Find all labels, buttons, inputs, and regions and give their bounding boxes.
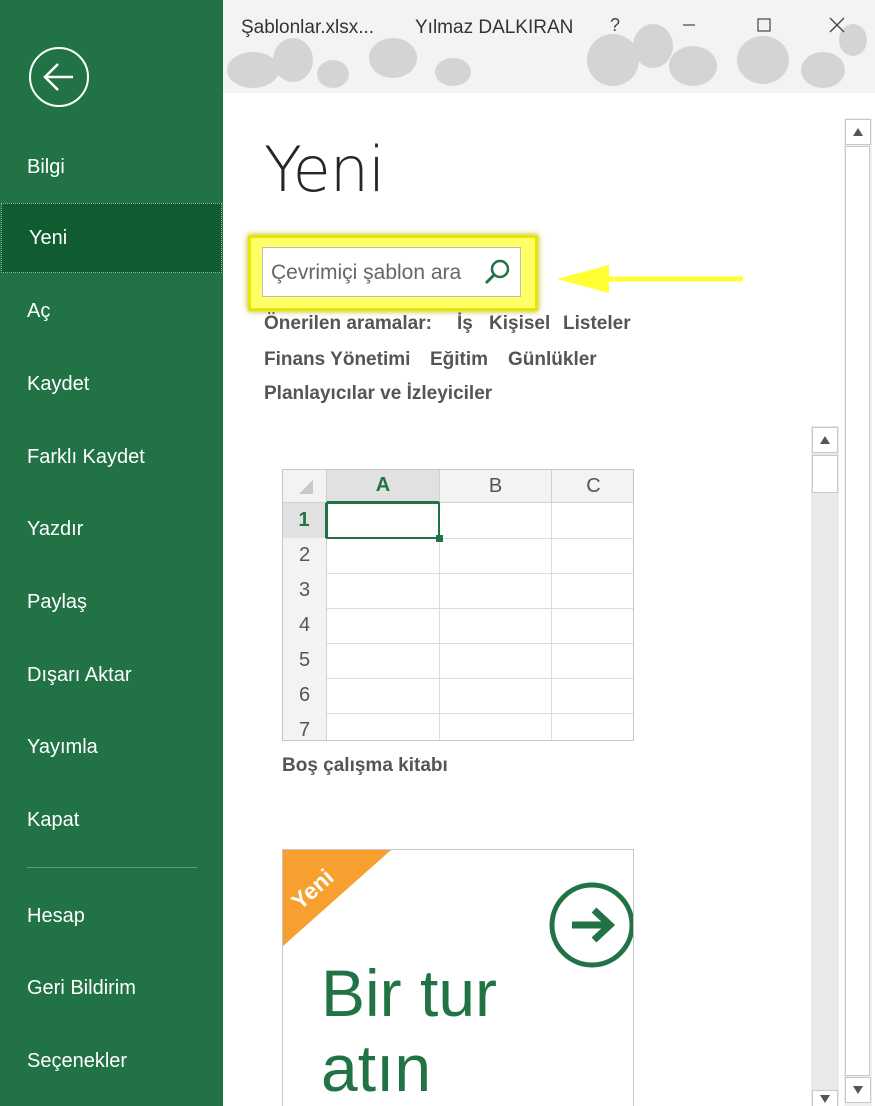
nav-item-label: Kapat: [27, 808, 80, 831]
nav-item-disari-aktar[interactable]: Dışarı Aktar: [0, 640, 223, 710]
user-name[interactable]: Yılmaz DALKIRAN: [415, 17, 573, 39]
template-blank-workbook[interactable]: A B C 1 2 3 4 5 6 7: [282, 469, 634, 741]
suggested-search-planlayicilar[interactable]: Planlayıcılar ve İzleyiciler: [264, 383, 492, 405]
nav-item-ac[interactable]: Aç: [0, 276, 223, 346]
file-name: Şablonlar.xlsx...: [241, 17, 375, 38]
page-scroll-down-button[interactable]: [845, 1077, 871, 1103]
nav-item-label: Seçenekler: [27, 1049, 128, 1072]
sidebar-divider: [27, 867, 197, 868]
row-header: 7: [283, 713, 327, 740]
nav-item-label: Kaydet: [27, 372, 90, 395]
minimize-icon: [683, 24, 695, 26]
backstage-sidebar: Bilgi Yeni Aç Kaydet Farklı Kaydet Yazdı…: [0, 0, 223, 1106]
grid-line: [327, 573, 633, 574]
nav-item-farkli-kaydet[interactable]: Farklı Kaydet: [0, 422, 223, 492]
nav-item-label: Bilgi: [27, 155, 65, 178]
suggested-search-kisisel[interactable]: Kişisel: [489, 313, 550, 335]
template-search-box[interactable]: [262, 247, 521, 297]
fill-handle: [436, 535, 443, 542]
tour-title-line-1: Bir tur: [321, 956, 498, 1030]
page-scroll-up-button[interactable]: [845, 119, 871, 145]
nav-item-secenekler[interactable]: Seçenekler: [0, 1026, 223, 1096]
nav-item-bilgi[interactable]: Bilgi: [0, 132, 223, 202]
help-button[interactable]: ?: [595, 8, 635, 42]
corner-triangle-icon: [298, 480, 313, 494]
page-scrollbar[interactable]: [844, 118, 872, 1106]
suggested-search-listeler[interactable]: Listeler: [563, 313, 631, 335]
templates-scrollbar[interactable]: [811, 426, 839, 1106]
templates-scroll-up-button[interactable]: [812, 427, 838, 453]
suggested-search-egitim[interactable]: Eğitim: [430, 349, 488, 371]
triangle-up-icon: [820, 436, 830, 444]
nav-item-label: Farklı Kaydet: [27, 445, 145, 468]
page-scroll-track[interactable]: [845, 146, 870, 1076]
triangle-down-icon: [853, 1086, 863, 1094]
grid-line: [327, 643, 633, 644]
row-header: 4: [283, 608, 327, 643]
help-icon: ?: [609, 14, 620, 35]
row-header: 5: [283, 643, 327, 678]
row-header: 3: [283, 573, 327, 608]
nav-item-label: Aç: [27, 299, 51, 322]
templates-scroll-thumb[interactable]: [812, 455, 838, 493]
page-title: Yeni: [264, 133, 385, 206]
nav-item-yayimla[interactable]: Yayımla: [0, 712, 223, 782]
row-header: 1: [283, 503, 327, 538]
grid-line: [327, 678, 633, 679]
nav-item-kaydet[interactable]: Kaydet: [0, 349, 223, 419]
main-panel: Yeni Önerilen aramalar: İş Kişisel Liste…: [223, 93, 875, 1106]
templates-scroll-down-button[interactable]: [812, 1090, 838, 1106]
nav-item-label: Yayımla: [27, 735, 98, 758]
grid-line: [327, 608, 633, 609]
triangle-up-icon: [853, 128, 863, 136]
nav-item-hesap[interactable]: Hesap: [0, 881, 223, 951]
nav-item-paylas[interactable]: Paylaş: [0, 567, 223, 637]
close-icon: [829, 17, 845, 33]
nav-item-yeni[interactable]: Yeni: [1, 203, 222, 273]
maximize-button[interactable]: [744, 8, 784, 42]
row-header: 6: [283, 678, 327, 713]
tour-title-line-2: atın: [321, 1031, 432, 1105]
nav-item-yazdir[interactable]: Yazdır: [0, 494, 223, 564]
suggested-search-finans[interactable]: Finans Yönetimi: [264, 349, 410, 371]
column-header: B: [439, 470, 551, 503]
nav-item-label: Hesap: [27, 904, 85, 927]
grid-line: [551, 503, 552, 740]
template-take-a-tour[interactable]: Yeni Bir tur atın: [282, 849, 634, 1106]
back-arrow-icon: [43, 63, 73, 91]
back-button[interactable]: [29, 47, 89, 107]
select-all-corner: [283, 470, 327, 503]
nav-item-kapat[interactable]: Kapat: [0, 785, 223, 855]
grid-line: [327, 713, 633, 714]
triangle-down-icon: [820, 1094, 830, 1103]
nav-item-label: Geri Bildirim: [27, 976, 136, 999]
template-search-input[interactable]: [269, 257, 476, 289]
arrow-right-circle-icon: [549, 882, 633, 968]
close-button[interactable]: [817, 8, 857, 42]
title-bar: Şablonlar.xlsx... Yılmaz DALKIRAN ?: [223, 0, 875, 93]
annotation-arrow-icon: [557, 265, 743, 293]
column-header: A: [327, 470, 439, 503]
nav-item-geri-bildirim[interactable]: Geri Bildirim: [0, 953, 223, 1023]
nav-item-label: Yeni: [29, 226, 68, 249]
suggested-search-gunlukler[interactable]: Günlükler: [508, 349, 597, 371]
suggested-search-is[interactable]: İş: [457, 313, 473, 335]
row-header: 2: [283, 538, 327, 573]
nav-item-label: Dışarı Aktar: [27, 663, 132, 686]
nav-item-label: Yazdır: [27, 517, 84, 540]
suggested-searches-label: Önerilen aramalar:: [264, 313, 432, 334]
nav-item-label: Paylaş: [27, 590, 88, 613]
minimize-button[interactable]: [669, 8, 709, 42]
selected-cell: [326, 502, 440, 539]
column-header: C: [551, 470, 633, 503]
search-icon[interactable]: [482, 256, 514, 288]
template-caption: Boş çalışma kitabı: [282, 755, 448, 776]
maximize-icon: [757, 18, 771, 32]
